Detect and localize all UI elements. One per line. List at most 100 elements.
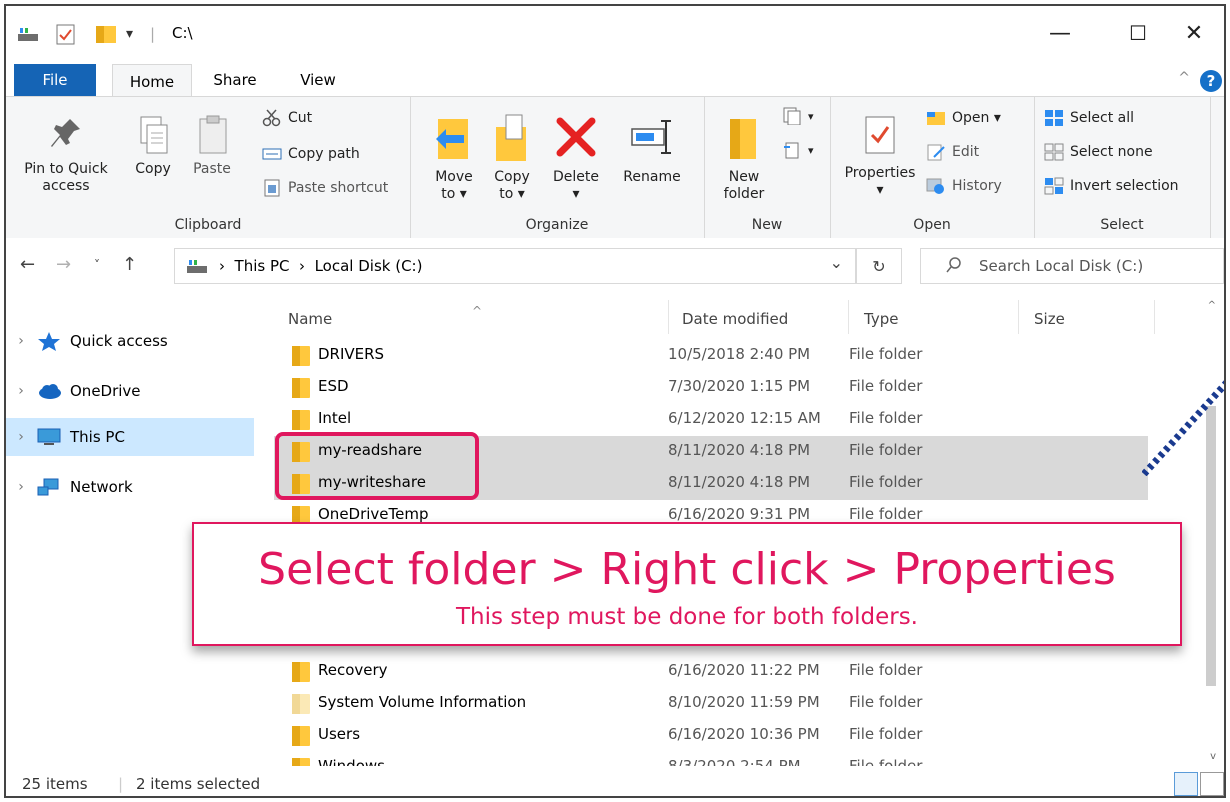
properties-button[interactable]: Properties ▾ xyxy=(838,113,922,199)
properties-dropdown-icon[interactable]: ▾ xyxy=(838,182,922,199)
new-folder-button[interactable]: New folder xyxy=(716,113,772,203)
scroll-down-icon[interactable]: v xyxy=(1210,751,1216,762)
copy-path-button[interactable]: Copy path xyxy=(262,145,360,163)
group-label-new: New xyxy=(751,217,783,233)
expand-chevron-icon[interactable]: › xyxy=(6,429,36,445)
column-divider[interactable] xyxy=(848,300,849,334)
paste-shortcut-button[interactable]: Paste shortcut xyxy=(262,179,388,197)
edit-button[interactable]: Edit xyxy=(926,143,979,161)
file-name: Windows xyxy=(318,757,385,766)
window-title: C:\ xyxy=(172,24,193,42)
column-divider[interactable] xyxy=(668,300,669,334)
table-row[interactable]: Recovery 6/16/2020 11:22 PM File folder xyxy=(274,656,1148,688)
properties-quick-icon[interactable] xyxy=(54,22,78,46)
help-button[interactable]: ? xyxy=(1200,70,1222,92)
table-row[interactable]: ESD 7/30/2020 1:15 PM File folder xyxy=(274,372,1148,404)
expand-chevron-icon[interactable]: › xyxy=(6,479,36,495)
file-type: File folder xyxy=(849,377,923,395)
move-to-label-2: to ▾ xyxy=(441,186,467,202)
file-name: Intel xyxy=(318,409,352,427)
details-view-icon[interactable] xyxy=(1174,772,1198,796)
nav-label: OneDrive xyxy=(70,382,141,400)
paste-shortcut-label: Paste shortcut xyxy=(288,180,389,196)
edit-label: Edit xyxy=(952,144,980,160)
selection-highlight-annotation xyxy=(275,432,479,500)
invert-selection-button[interactable]: Invert selection xyxy=(1044,177,1179,195)
table-row[interactable]: Users 6/16/2020 10:36 PM File folder xyxy=(274,720,1148,752)
table-row[interactable]: System Volume Information 8/10/2020 11:5… xyxy=(274,688,1148,720)
column-divider[interactable] xyxy=(1018,300,1019,334)
explorer-window: ▾ | C:\ — ☐ ✕ File Home Share View ^ ? P… xyxy=(4,4,1226,798)
up-arrow-icon[interactable]: ↑ xyxy=(122,254,137,275)
refresh-button[interactable]: ↻ xyxy=(856,248,902,284)
address-field[interactable]: › This PC › Local Disk (C:) ⌄ xyxy=(174,248,856,284)
column-header-date[interactable]: Date modified xyxy=(682,310,788,328)
table-row[interactable]: DRIVERS 10/5/2018 2:40 PM File folder xyxy=(274,340,1148,372)
copy-to-button[interactable]: Copy to ▾ xyxy=(486,113,538,203)
scroll-up-icon[interactable]: ^ xyxy=(1208,300,1216,311)
column-header-type[interactable]: Type xyxy=(864,310,898,328)
customize-qat-icon[interactable]: ▾ xyxy=(126,22,133,46)
file-name: Recovery xyxy=(318,661,388,679)
tab-view[interactable]: View xyxy=(288,64,348,96)
file-date: 8/10/2020 11:59 PM xyxy=(668,693,820,711)
select-none-button[interactable]: Select none xyxy=(1044,143,1153,161)
delete-button[interactable]: Delete ▾ xyxy=(546,113,606,203)
file-date: 6/16/2020 11:22 PM xyxy=(668,661,820,679)
table-row[interactable]: Windows 8/3/2020 2:54 PM File folder xyxy=(274,752,1148,766)
breadcrumb-this-pc[interactable]: This PC xyxy=(235,257,290,275)
move-to-button[interactable]: Move to ▾ xyxy=(428,113,480,203)
pin-to-quick-access-button[interactable]: Pin to Quick access xyxy=(10,113,122,195)
group-label-select: Select xyxy=(1100,217,1144,233)
group-open: Properties ▾ Open ▾ Edit History Open xyxy=(830,97,1035,239)
select-all-button[interactable]: Select all xyxy=(1044,109,1134,127)
history-button[interactable]: History xyxy=(926,177,1002,195)
new-folder-quick-icon[interactable] xyxy=(94,22,118,46)
column-header-size[interactable]: Size xyxy=(1034,310,1065,328)
file-date: 8/11/2020 4:18 PM xyxy=(668,441,811,459)
copy-label: Copy xyxy=(135,161,171,177)
easy-access-button[interactable]: ▾ xyxy=(782,141,814,159)
delete-dropdown-icon[interactable]: ▾ xyxy=(546,186,606,203)
new-item-button[interactable]: ▾ xyxy=(782,107,814,126)
search-input[interactable]: Search Local Disk (C:) xyxy=(920,248,1224,284)
tab-share[interactable]: Share xyxy=(202,64,268,96)
large-icons-view-icon[interactable] xyxy=(1200,772,1224,796)
cut-button[interactable]: Cut xyxy=(262,109,312,127)
folder-icon xyxy=(292,410,310,430)
group-clipboard: Pin to Quick access Copy Paste Cut Copy … xyxy=(6,97,411,239)
folder-icon xyxy=(292,726,310,746)
column-header-name[interactable]: Name ^ xyxy=(288,304,482,328)
collapse-ribbon-icon[interactable]: ^ xyxy=(1178,70,1190,86)
file-type: File folder xyxy=(849,441,923,459)
group-select: Select all Select none Invert selection … xyxy=(1034,97,1211,239)
breadcrumb-separator[interactable]: › xyxy=(219,257,225,275)
breadcrumb-separator[interactable]: › xyxy=(299,257,305,275)
expand-chevron-icon[interactable]: › xyxy=(6,333,36,349)
open-button[interactable]: Open ▾ xyxy=(926,109,1001,127)
recent-locations-icon[interactable]: ˅ xyxy=(94,258,100,272)
easy-access-icon xyxy=(782,141,802,159)
paste-button[interactable]: Paste xyxy=(184,113,240,178)
close-button[interactable]: ✕ xyxy=(1174,18,1214,48)
expand-chevron-icon[interactable]: › xyxy=(6,383,36,399)
nav-item-this-pc[interactable]: › This PC xyxy=(6,418,254,456)
pin-icon xyxy=(46,113,86,157)
copy-button[interactable]: Copy xyxy=(126,113,180,178)
nav-item-onedrive[interactable]: › OneDrive xyxy=(6,372,254,410)
forward-arrow-icon[interactable]: → xyxy=(56,254,71,275)
tab-file[interactable]: File xyxy=(14,64,96,96)
minimize-button[interactable]: — xyxy=(1040,18,1080,48)
back-arrow-icon[interactable]: ← xyxy=(20,254,35,275)
rename-button[interactable]: Rename xyxy=(614,113,690,186)
copy-to-label-2: to ▾ xyxy=(499,186,525,202)
maximize-button[interactable]: ☐ xyxy=(1118,18,1158,48)
nav-item-quick-access[interactable]: › Quick access xyxy=(6,322,254,360)
column-divider[interactable] xyxy=(1154,300,1155,334)
open-label: Open ▾ xyxy=(952,110,1001,126)
address-dropdown-icon[interactable]: ⌄ xyxy=(830,253,843,272)
tab-home[interactable]: Home xyxy=(112,64,192,98)
nav-item-network[interactable]: › Network xyxy=(6,468,254,506)
file-name: DRIVERS xyxy=(318,345,385,363)
breadcrumb-local-disk[interactable]: Local Disk (C:) xyxy=(315,257,423,275)
